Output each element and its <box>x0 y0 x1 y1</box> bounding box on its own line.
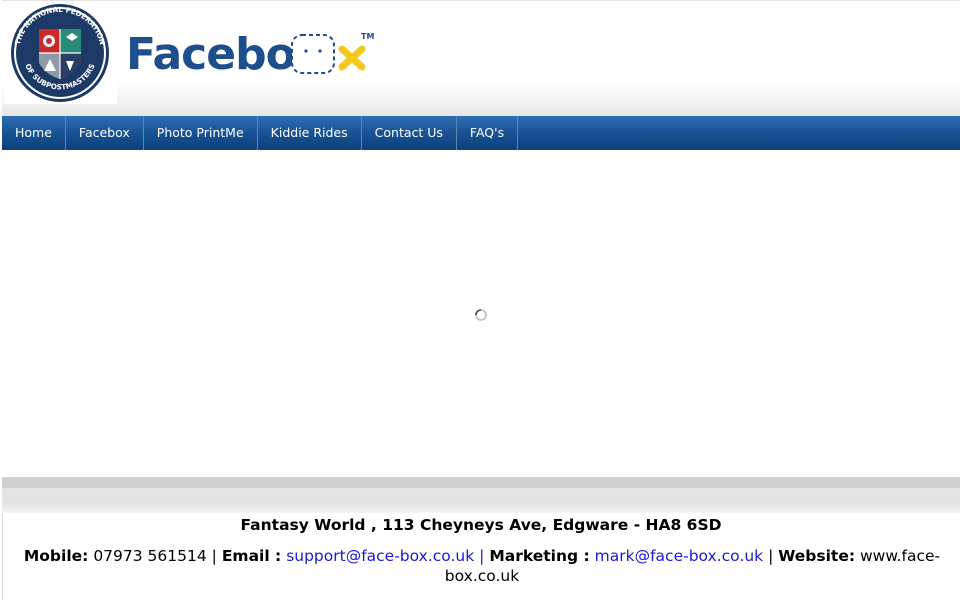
footer-divider-bar <box>2 477 960 513</box>
mobile-value: 07973 561514 <box>93 547 207 565</box>
site-header: THE NATIONAL FEDERATION OF SUBPOSTMASTER… <box>2 0 960 116</box>
nav-item-faqs[interactable]: FAQ's <box>457 116 519 150</box>
footer-address: Fantasy World , 113 Cheyneys Ave, Edgwar… <box>240 516 722 534</box>
nav-item-kiddie-rides[interactable]: Kiddie Rides <box>258 116 362 150</box>
mobile-label: Mobile: <box>23 547 89 565</box>
nav-item-home[interactable]: Home <box>2 116 66 150</box>
facebox-logo[interactable]: Facebox TM <box>122 21 382 81</box>
marketing-label: Marketing : <box>489 547 590 565</box>
logo-trademark: TM <box>361 32 374 41</box>
separator: | <box>211 547 217 565</box>
nav-item-contact-us[interactable]: Contact Us <box>362 116 457 150</box>
marketing-email-link[interactable]: mark@face-box.co.uk <box>595 547 763 565</box>
nav-item-facebox[interactable]: Facebox <box>66 116 144 150</box>
main-nav: Home Facebox Photo PrintMe Kiddie Rides … <box>2 116 960 150</box>
nav-item-photo-printme[interactable]: Photo PrintMe <box>144 116 258 150</box>
separator: | <box>768 547 774 565</box>
email-label: Email : <box>221 547 282 565</box>
website-label: Website: <box>778 547 856 565</box>
loading-spinner-icon <box>474 307 488 321</box>
nfsp-seal-logo[interactable]: THE NATIONAL FEDERATION OF SUBPOSTMASTER… <box>4 1 117 104</box>
email-link[interactable]: support@face-box.co.uk <box>286 547 474 565</box>
footer-contact-line: Mobile: 07973 561514 | Email : support@f… <box>6 546 958 586</box>
separator: | <box>479 547 485 565</box>
